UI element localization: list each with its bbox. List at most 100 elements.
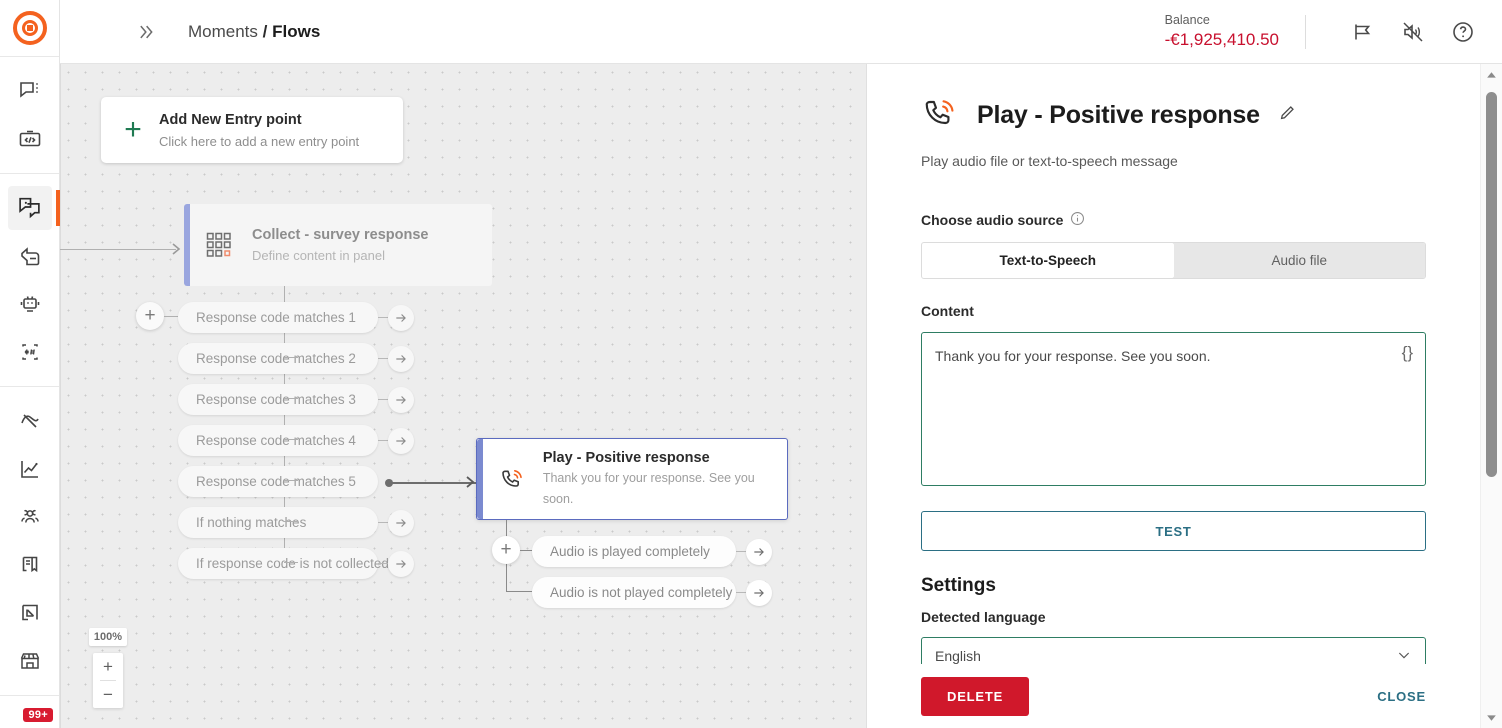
delete-button[interactable]: DELETE [921, 677, 1030, 716]
scroll-down-arrow[interactable] [1481, 706, 1502, 728]
connector-dash [378, 317, 388, 318]
branch-row: Response code matches 2 [178, 343, 414, 374]
branch-next-button[interactable] [388, 345, 414, 372]
notification-badge-row: 99+ [0, 694, 59, 728]
app-logo[interactable] [0, 0, 59, 56]
robot-icon [18, 292, 42, 316]
node-play-positive-response[interactable]: Play - Positive response Thank you for y… [476, 438, 788, 520]
branch-connector-line [284, 521, 298, 522]
branch-row: Response code matches 3 [178, 384, 414, 415]
branch-pill[interactable]: If response code is not collected [178, 548, 389, 579]
plus-icon: + [124, 113, 142, 146]
branch-pill[interactable]: Response code matches 3 [178, 384, 378, 415]
branch-pill[interactable]: Response code matches 4 [178, 425, 378, 456]
connector-dash [378, 563, 388, 564]
notification-count-badge[interactable]: 99+ [23, 708, 53, 722]
branch-connector-line [284, 357, 298, 358]
scroll-up-arrow[interactable] [1481, 64, 1502, 86]
zoom-in-button[interactable]: + [93, 653, 123, 680]
scrollbar-track[interactable] [1481, 86, 1502, 706]
chat-bubble-menu-icon [18, 79, 42, 103]
insert-variable-icon[interactable]: {} [1402, 343, 1413, 363]
sidebar-item-developer[interactable] [8, 117, 52, 161]
close-button[interactable]: CLOSE [1377, 689, 1426, 704]
branch-next-button[interactable] [746, 579, 772, 606]
detected-language-value: English [935, 648, 981, 664]
sidebar-item-broadcast[interactable] [8, 234, 52, 278]
test-button[interactable]: TEST [921, 511, 1426, 551]
info-circle-icon[interactable] [1070, 211, 1085, 229]
breadcrumb-separator: / [262, 21, 268, 41]
broadcast-icon [18, 244, 42, 268]
node-collect-survey-response[interactable]: Collect - survey response Define content… [184, 204, 492, 286]
node-subtitle: Define content in panel [252, 247, 385, 263]
branch-pill[interactable]: Response code matches 2 [178, 343, 378, 374]
audio-source-label: Choose audio source [921, 211, 1426, 229]
branch-pill[interactable]: If nothing matches [178, 507, 378, 538]
zoom-out-button[interactable]: − [93, 681, 123, 708]
breadcrumb: Moments / Flows [188, 22, 320, 42]
panel-description: Play audio file or text-to-speech messag… [921, 153, 1178, 169]
branch-pill[interactable]: Audio is not played completely [532, 577, 736, 608]
content-label: Content [921, 303, 974, 319]
node-details-panel: Play - Positive response Play audio file… [866, 64, 1502, 728]
detected-language-select[interactable]: English [921, 637, 1426, 664]
sidebar-item-people[interactable] [8, 495, 52, 539]
incoming-connector-line [60, 249, 176, 250]
add-new-entry-point-card[interactable]: + Add New Entry point Click here to add … [101, 97, 403, 163]
sidebar-item-exit[interactable] [8, 591, 52, 635]
branch-next-button[interactable] [746, 538, 772, 565]
node-accent-bar [477, 439, 483, 519]
scrollbar-thumb[interactable] [1486, 92, 1497, 477]
target-logo-icon [12, 11, 47, 45]
audio-source-toggle[interactable]: Text-to-Speech Audio file [921, 242, 1426, 279]
connector-dash [736, 551, 746, 552]
breadcrumb-parent[interactable]: Moments [188, 22, 258, 41]
add-branch-button-collect[interactable]: + [136, 302, 164, 330]
branch-row: If response code is not collected [178, 548, 414, 579]
sidebar-item-flows[interactable] [7, 185, 60, 230]
content-textarea[interactable]: Thank you for your response. See you soo… [921, 332, 1426, 486]
pencil-icon[interactable] [1277, 103, 1297, 128]
sidebar-item-content[interactable] [8, 543, 52, 587]
sidebar-item-reports[interactable] [8, 447, 52, 491]
help-icon[interactable] [1446, 15, 1480, 49]
line-chart-icon [18, 457, 42, 481]
branch-next-button[interactable] [388, 550, 414, 577]
chevron-double-right-icon[interactable] [130, 17, 160, 47]
tab-text-to-speech[interactable]: Text-to-Speech [922, 243, 1175, 278]
branch-next-button[interactable] [388, 509, 414, 536]
sidebar-group-2 [0, 174, 60, 386]
phone-waves-icon [499, 466, 531, 492]
tab-audio-file[interactable]: Audio file [1173, 243, 1425, 278]
divider [1305, 14, 1306, 49]
asterisk-hash-icon [18, 340, 42, 364]
branch-row: Audio is not played completely [532, 577, 772, 608]
branch-connector-line [506, 591, 532, 592]
balance-value: -€1,925,410.50 [1164, 30, 1279, 49]
balance-display: Balance -€1,925,410.50 [1165, 12, 1279, 51]
flows-icon [17, 195, 42, 220]
branch-next-button[interactable] [388, 304, 414, 331]
people-icon [18, 505, 42, 529]
add-branch-button-play[interactable]: + [492, 536, 520, 564]
branch-next-button[interactable] [388, 386, 414, 413]
page-title: Play - Positive response [977, 101, 1260, 129]
branch-pill[interactable]: Response code matches 5 [178, 466, 378, 497]
flow-canvas[interactable]: + Add New Entry point Click here to add … [60, 64, 866, 728]
branch-pill[interactable]: Audio is played completely [532, 536, 736, 567]
sidebar-item-store[interactable] [8, 639, 52, 683]
sidebar-item-keywords[interactable] [8, 330, 52, 374]
sidebar-item-bots[interactable] [8, 282, 52, 326]
sidebar-item-analyze[interactable] [8, 399, 52, 443]
branch-next-button[interactable] [388, 427, 414, 454]
branch-row: If nothing matches [178, 507, 414, 538]
announcement-icon[interactable] [1346, 15, 1380, 49]
top-header-bar: Moments / Flows Balance -€1,925,410.50 [60, 0, 1502, 64]
sidebar-item-conversations[interactable] [8, 69, 52, 113]
panel-scrollbar[interactable] [1480, 64, 1502, 728]
audio-source-label-text: Choose audio source [921, 212, 1064, 228]
storefront-icon [18, 649, 42, 673]
mute-icon[interactable] [1396, 15, 1430, 49]
branch-pill[interactable]: Response code matches 1 [178, 302, 378, 333]
